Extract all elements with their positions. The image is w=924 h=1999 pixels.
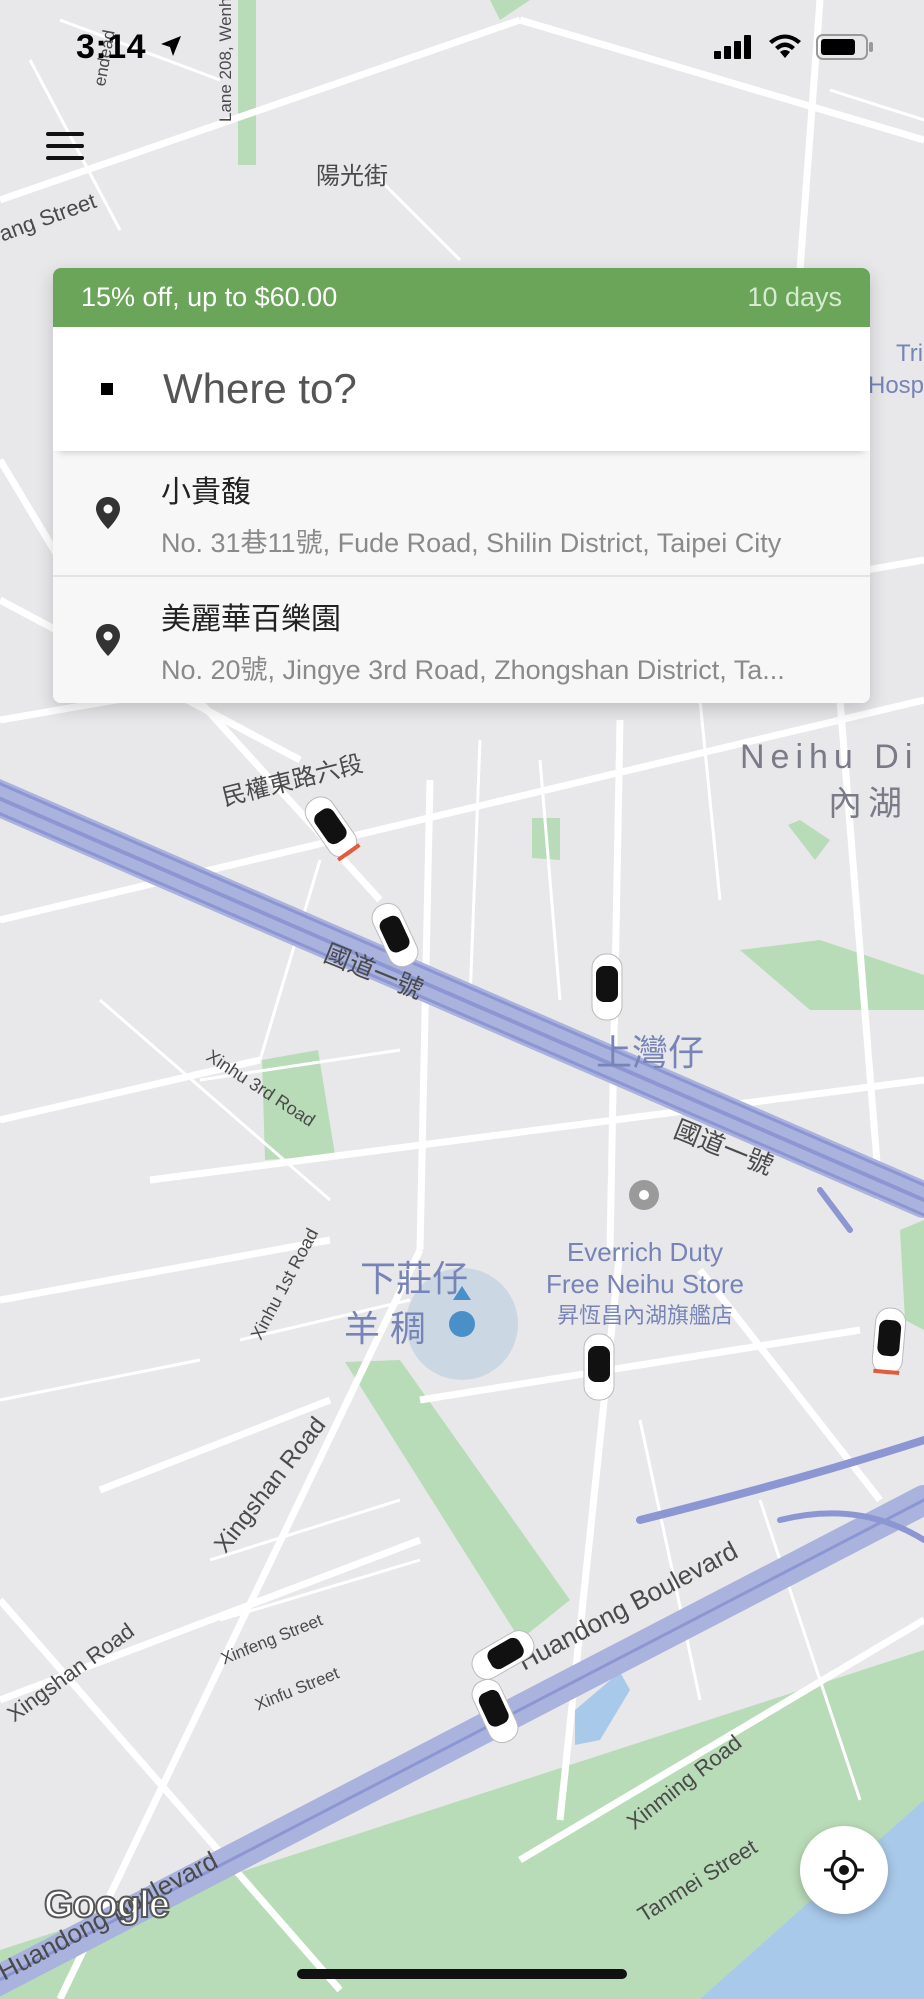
cellular-signal-icon [714, 35, 751, 59]
google-logo: Google [43, 1883, 171, 1927]
battery-icon [816, 34, 873, 60]
poi-name: Tri [896, 340, 924, 367]
saved-place-address: No. 20號, Jingye 3rd Road, Zhongshan Dist… [161, 654, 785, 685]
poi-name: Everrich Duty Free Neihu Store [546, 1237, 744, 1299]
menu-icon [46, 144, 84, 148]
promo-text: 15% off, up to $60.00 [81, 282, 338, 312]
status-bar: 3:14 [0, 0, 924, 100]
car-marker [583, 1333, 615, 1401]
promo-expiry: 10 days [747, 282, 842, 312]
crosshair-icon [824, 1850, 864, 1890]
map-pin-icon [91, 497, 125, 529]
wifi-icon [769, 34, 801, 58]
car-marker [871, 1307, 907, 1376]
where-to-input[interactable]: Where to? [53, 327, 870, 451]
poi-name: Hosp [868, 372, 924, 399]
car-marker [591, 953, 623, 1021]
promo-banner[interactable]: 15% off, up to $60.00 10 days [53, 268, 870, 327]
map-label-area: 羊稠 [344, 1308, 437, 1349]
menu-icon [46, 132, 84, 136]
my-location-button[interactable] [800, 1826, 888, 1914]
map-label-area: Neihu Di [740, 738, 919, 776]
poi-name-cn: 昇恆昌內湖旗艦店 [556, 1303, 733, 1328]
map-label-poi[interactable]: Everrich Duty Free Neihu Store 昇恆昌內湖旗艦店 [540, 1236, 750, 1332]
menu-button[interactable] [46, 126, 100, 170]
saved-place-title: 美麗華百樂園 [161, 602, 341, 636]
map-label-road: 陽光街 [316, 163, 388, 190]
where-to-placeholder: Where to? [163, 365, 357, 412]
map-label-area: 下莊仔 [360, 1258, 469, 1299]
destination-square-icon [101, 383, 113, 395]
menu-icon [46, 156, 84, 160]
map-pin-icon [91, 624, 125, 656]
home-indicator [297, 1969, 627, 1979]
map-label-poi: Tri Hosp [868, 338, 924, 402]
destination-card: 15% off, up to $60.00 10 days Where to? … [53, 268, 870, 703]
status-icons [714, 34, 874, 60]
status-time: 3:14 [76, 28, 147, 66]
saved-places-list: 小貴馥 No. 31巷11號, Fude Road, Shilin Distri… [53, 451, 870, 703]
map-label-area: 上灣仔 [596, 1032, 705, 1073]
map-label-area: 內湖 [828, 785, 908, 823]
location-arrow-icon [161, 36, 181, 56]
saved-place-item[interactable]: 美麗華百樂園 No. 20號, Jingye 3rd Road, Zhongsh… [53, 577, 870, 703]
saved-place-item[interactable]: 小貴馥 No. 31巷11號, Fude Road, Shilin Distri… [53, 451, 870, 577]
saved-place-address: No. 31巷11號, Fude Road, Shilin District, … [161, 527, 782, 558]
saved-place-title: 小貴馥 [161, 475, 251, 509]
